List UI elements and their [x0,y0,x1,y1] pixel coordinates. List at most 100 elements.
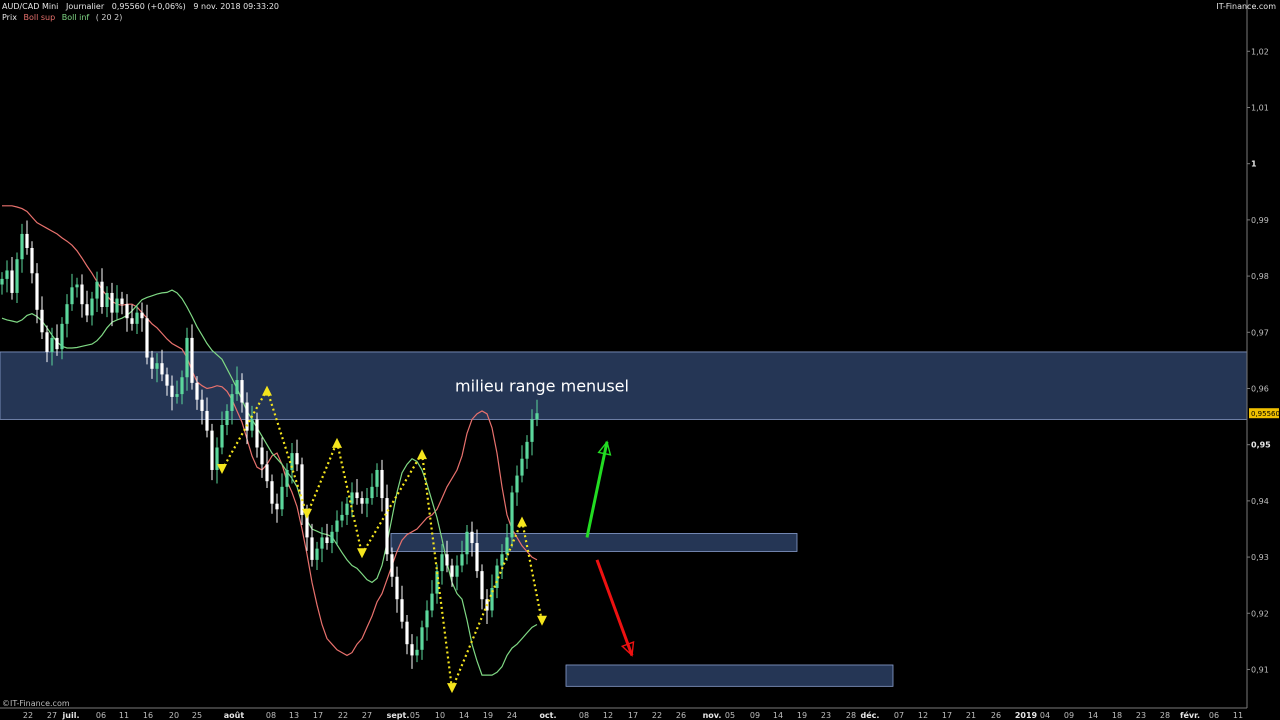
candle-body [230,394,234,411]
x-tick-label: sept. [387,711,410,720]
x-tick-label: 22 [23,711,33,720]
candle-body [165,374,169,386]
last-price-label: 0,95560 [1251,410,1280,418]
candle-body [85,304,89,316]
candle-body [450,565,454,577]
candle-body [460,554,464,566]
candle-body [365,498,369,504]
x-tick-label: 28 [1160,711,1170,720]
candle-body [220,425,224,448]
candle-body [375,469,379,487]
candle-body [345,503,349,515]
x-tick-label: 09 [750,711,760,720]
candle-body [360,498,364,504]
pattern-arrowhead [537,615,547,626]
x-tick-label: déc. [861,710,880,720]
y-tick-label: 0,93 [1251,553,1269,562]
candle-body [480,571,484,600]
candle-body [295,453,299,465]
candle-body [505,537,509,555]
candle-body [475,543,479,572]
y-tick-label: 0,96 [1251,384,1269,393]
x-tick-label: 17 [942,711,952,720]
y-tick-label: 0,97 [1251,328,1269,337]
candle-body [155,363,159,369]
boll-inf-line [1,289,538,676]
candle-body [150,357,154,369]
candle-body [535,413,539,420]
candle-body [95,281,99,299]
candle-body [120,298,124,305]
pattern-arrowhead [332,437,342,448]
candle-body [190,337,194,383]
candle-body [10,270,14,293]
candle-body [20,233,24,260]
candle-body [330,531,334,544]
candle-body [60,323,64,350]
x-tick-label: 22 [652,711,662,720]
candle-body [325,537,329,544]
candle-body [280,486,284,510]
y-tick-label: 0,98 [1251,272,1269,281]
candle-body [370,486,374,499]
candle-body [455,565,459,577]
candle-body [50,337,54,352]
x-tick-label: nov. [703,711,722,720]
candle-body [515,475,519,493]
candle-body [310,537,314,560]
x-tick-label: 07 [894,711,904,720]
x-tick-label: 26 [676,711,686,720]
candle-body [110,292,114,313]
x-tick-label: 04 [1040,711,1050,720]
candle-body [75,284,79,288]
x-tick-label: 22 [338,711,348,720]
zone-1 [390,533,798,552]
candle-body [425,610,429,628]
x-tick-label: 06 [1209,711,1219,720]
x-tick-label: 12 [603,711,613,720]
y-tick-label: 0,91 [1251,665,1269,674]
candle-body [180,377,184,395]
x-tick-label: 05 [410,711,420,720]
x-tick-label: 06 [96,711,106,720]
x-tick-label: 17 [628,711,638,720]
candle-body [65,304,69,324]
candle-body [240,380,244,403]
pattern-arrowhead [417,449,427,460]
candle-body [175,394,179,397]
arrow-down [595,559,634,656]
candle-body [45,332,49,352]
pattern-arrowhead [357,548,367,559]
x-tick-label: 20 [169,711,179,720]
candle-body [235,380,239,395]
candle-body [130,318,134,324]
x-tick-label: 11 [1233,711,1243,720]
y-tick-label: 1,01 [1251,103,1269,112]
candle-body [335,520,339,532]
x-tick-label: 23 [1136,711,1146,720]
x-tick-label: 21 [966,711,976,720]
y-tick-label: 0,92 [1251,609,1269,618]
arrowhead-down [620,641,635,657]
x-tick-label: 14 [459,711,469,720]
candle-body [210,430,214,470]
candle-body [285,469,289,487]
x-tick-label: 19 [483,711,493,720]
price-chart[interactable]: milieu range menusel 1,02 1,01 1 0,99 0,98 0,… [0,0,1280,720]
candle-body [520,458,524,476]
candle-body [260,447,264,465]
candle-body [40,309,44,333]
candle-body [440,554,444,572]
pattern-arrowhead [447,683,457,694]
zone-label: milieu range menusel [455,377,629,396]
candle-body [395,576,399,600]
candle-body [415,649,419,656]
candle-body [90,298,94,316]
x-tick-label: 13 [289,711,299,720]
candle-body [0,278,4,285]
x-tick-label: 11 [119,711,129,720]
candle-body [35,273,39,310]
y-tick-label: 1,02 [1251,47,1269,56]
candle-body [380,469,384,499]
candle-body [410,644,414,656]
